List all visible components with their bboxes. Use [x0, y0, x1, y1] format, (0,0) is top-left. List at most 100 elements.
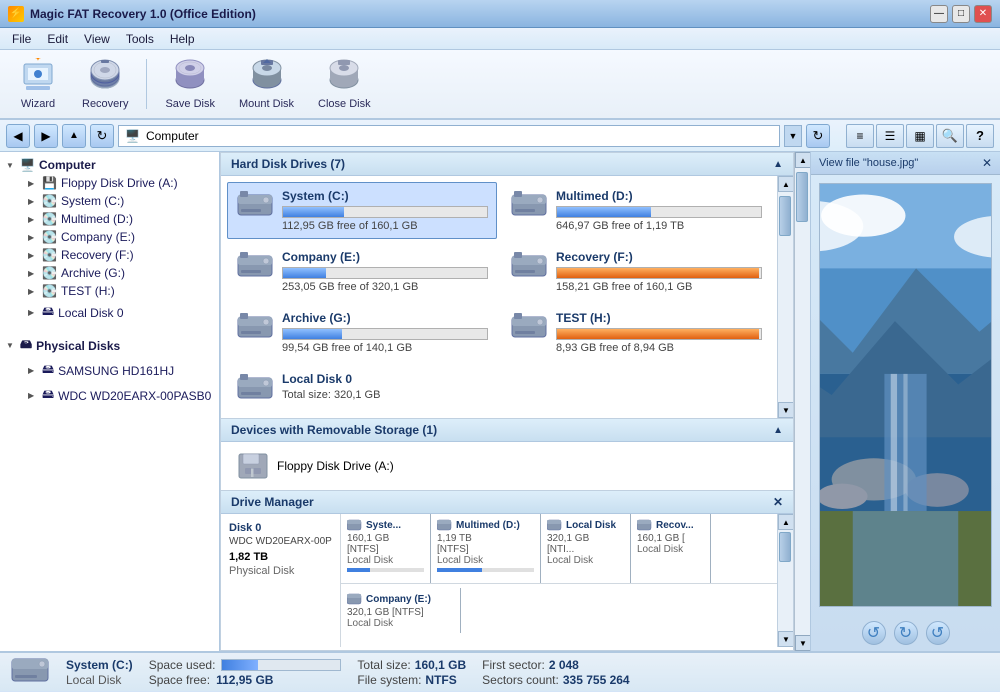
drive-item-recoveryF[interactable]: Recovery (F:) 158,21 GB free of 160,1 GB	[501, 243, 771, 300]
sidebar-item-floppy[interactable]: ▶ 💾 Floppy Disk Drive (A:)	[0, 174, 219, 192]
mount-disk-icon	[249, 58, 285, 94]
recovery-button[interactable]: Recovery	[72, 54, 138, 114]
sidebar-item-systemc[interactable]: ▶ 💽 System (C:)	[0, 192, 219, 210]
drive-info-d: Multimed (D:) 646,97 GB free of 1,19 TB	[556, 189, 762, 232]
sidebar-computer-label: Computer	[39, 158, 96, 172]
sidebar-computer-header[interactable]: ▼ 🖥️ Computer	[0, 156, 219, 174]
wizard-button[interactable]: ✦ Wizard	[8, 54, 68, 114]
wdc-icon: 🖴	[42, 385, 54, 406]
sidebar-item-samsung[interactable]: ▶ 🖴 SAMSUNG HD161HJ	[0, 358, 219, 383]
sidebar-physical-header[interactable]: ▼ 🖴 Physical Disks	[0, 333, 219, 358]
drive-item-testH[interactable]: TEST (H:) 8,93 GB free of 8,94 GB	[501, 304, 771, 361]
sidebar-item-testH[interactable]: ▶ 💽 TEST (H:)	[0, 282, 219, 300]
menu-help[interactable]: Help	[162, 30, 203, 48]
removable-collapse-btn[interactable]: ▲	[773, 425, 783, 436]
drive-info-e: Company (E:) 253,05 GB free of 320,1 GB	[282, 250, 488, 293]
nav-refresh2-button[interactable]: ↻	[806, 124, 830, 148]
nav-refresh-button[interactable]: ↻	[90, 124, 114, 148]
dm-scrollbar[interactable]: ▲ ▼	[777, 514, 793, 647]
drive-bar-d	[556, 206, 762, 218]
drives-scrollbar[interactable]: ▲ ▼	[777, 176, 793, 418]
floppy-drive-item[interactable]: ▌ Floppy Disk Drive (A:)	[221, 442, 793, 490]
dm-partitions: Syste... 160,1 GB [NTFS] Local Disk	[341, 514, 777, 647]
sidebar-item-companyE[interactable]: ▶ 💽 Company (E:)	[0, 228, 219, 246]
dm-disk-size: 1,82 TB	[229, 551, 332, 563]
nav-up-button[interactable]: ▲	[62, 124, 86, 148]
drive-size-ld0: Total size: 320,1 GB	[282, 389, 762, 401]
view-list-button[interactable]: ☰	[876, 124, 904, 148]
address-field[interactable]: 🖥️ Computer	[118, 125, 780, 147]
dm-part-companyE[interactable]: Company (E:) 320,1 GB [NTFS] Local Disk	[341, 588, 461, 633]
preview-next-btn[interactable]: ↺	[926, 621, 950, 645]
close-disk-button[interactable]: Close Disk	[308, 54, 381, 114]
main-scroll-thumb[interactable]	[796, 172, 808, 222]
drive-manager-header: Drive Manager ✕	[221, 491, 793, 514]
computer-arrow-icon: ▼	[6, 161, 16, 170]
drive-hdd-icon-f	[510, 250, 548, 283]
maximize-button[interactable]: □	[952, 5, 970, 23]
sidebar-item-localdisk0[interactable]: ▶ 🖴 Local Disk 0	[0, 300, 219, 325]
sidebar-samsung-label: SAMSUNG HD161HJ	[58, 364, 174, 378]
dm-part-localdisk[interactable]: Local Disk 320,1 GB [NTI... Local Disk	[541, 514, 631, 583]
preview-play-btn[interactable]: ↻	[894, 621, 918, 645]
dm-scroll-down[interactable]: ▼	[778, 631, 793, 647]
systemc-arrow-icon: ▶	[28, 197, 38, 206]
save-disk-button[interactable]: Save Disk	[155, 54, 225, 114]
main-scroll-down[interactable]: ▼	[795, 635, 810, 651]
help-button[interactable]: ?	[966, 124, 994, 148]
status-total-value: 160,1 GB	[415, 658, 466, 672]
view-large-button[interactable]: ≡	[846, 124, 874, 148]
app-title: Magic FAT Recovery 1.0 (Office Edition)	[30, 7, 256, 21]
drive-name-f: Recovery (F:)	[556, 250, 762, 264]
drive-item-systemc[interactable]: System (C:) 112,95 GB free of 160,1 GB	[227, 182, 497, 239]
status-space-free-value: 112,95 GB	[216, 673, 273, 687]
drive-hdd-icon-e	[236, 250, 274, 283]
scroll-down-btn[interactable]: ▼	[778, 402, 793, 418]
view-details-button[interactable]: ▦	[906, 124, 934, 148]
dm-scroll-up[interactable]: ▲	[778, 514, 793, 530]
mount-disk-button[interactable]: Mount Disk	[229, 54, 304, 114]
menu-view[interactable]: View	[76, 30, 118, 48]
scroll-track[interactable]	[778, 192, 793, 402]
scroll-thumb[interactable]	[779, 196, 791, 236]
menu-tools[interactable]: Tools	[118, 30, 162, 48]
svg-text:▌: ▌	[251, 468, 256, 478]
status-total-label: Total size:	[357, 658, 410, 672]
preview-title: View file "house.jpg"	[819, 157, 918, 169]
sidebar-item-archiveG[interactable]: ▶ 💽 Archive (G:)	[0, 264, 219, 282]
dm-part-systemc[interactable]: Syste... 160,1 GB [NTFS] Local Disk	[341, 514, 431, 583]
sidebar-item-multimedD[interactable]: ▶ 💽 Multimed (D:)	[0, 210, 219, 228]
menu-edit[interactable]: Edit	[39, 30, 76, 48]
drive-manager-close-btn[interactable]: ✕	[773, 495, 783, 509]
drive-item-archiveG[interactable]: Archive (G:) 99,54 GB free of 140,1 GB	[227, 304, 497, 361]
nav-forward-button[interactable]: ▶	[34, 124, 58, 148]
main-scrollbar[interactable]: ▲ ▼	[794, 152, 810, 651]
search-button[interactable]: 🔍	[936, 124, 964, 148]
close-button[interactable]: ✕	[974, 5, 992, 23]
sidebar-item-recoveryF[interactable]: ▶ 💽 Recovery (F:)	[0, 246, 219, 264]
status-sector-section: First sector: 2 048 Sectors count: 335 7…	[482, 658, 629, 687]
status-sectors-count-value: 335 755 264	[563, 673, 630, 687]
sidebar-item-wdc[interactable]: ▶ 🖴 WDC WD20EARX-00PASB0	[0, 383, 219, 408]
nav-back-button[interactable]: ◀	[6, 124, 30, 148]
physical-arrow-icon: ▼	[6, 341, 16, 350]
drive-item-companyE[interactable]: Company (E:) 253,05 GB free of 320,1 GB	[227, 243, 497, 300]
recoveryF-arrow-icon: ▶	[28, 251, 38, 260]
preview-close-btn[interactable]: ✕	[982, 156, 992, 170]
drive-item-localdisk0[interactable]: Local Disk 0 Total size: 320,1 GB	[227, 365, 771, 412]
minimize-button[interactable]: —	[930, 5, 948, 23]
preview-prev-btn[interactable]: ↺	[862, 621, 886, 645]
dm-part-recov[interactable]: Recov... 160,1 GB [ Local Disk	[631, 514, 711, 583]
drive-info-h: TEST (H:) 8,93 GB free of 8,94 GB	[556, 311, 762, 354]
main-scroll-up[interactable]: ▲	[795, 152, 810, 168]
status-space-bar	[221, 659, 341, 671]
drive-name-d: Multimed (D:)	[556, 189, 762, 203]
title-bar: ⚡ Magic FAT Recovery 1.0 (Office Edition…	[0, 0, 1000, 28]
address-dropdown-button[interactable]: ▼	[784, 125, 802, 147]
dm-scroll-thumb[interactable]	[779, 532, 791, 562]
hard-drives-collapse-btn[interactable]: ▲	[773, 159, 783, 170]
drive-item-multimedD[interactable]: Multimed (D:) 646,97 GB free of 1,19 TB	[501, 182, 771, 239]
scroll-up-btn[interactable]: ▲	[778, 176, 793, 192]
dm-part-multimedD[interactable]: Multimed (D:) 1,19 TB [NTFS] Local Disk	[431, 514, 541, 583]
menu-file[interactable]: File	[4, 30, 39, 48]
